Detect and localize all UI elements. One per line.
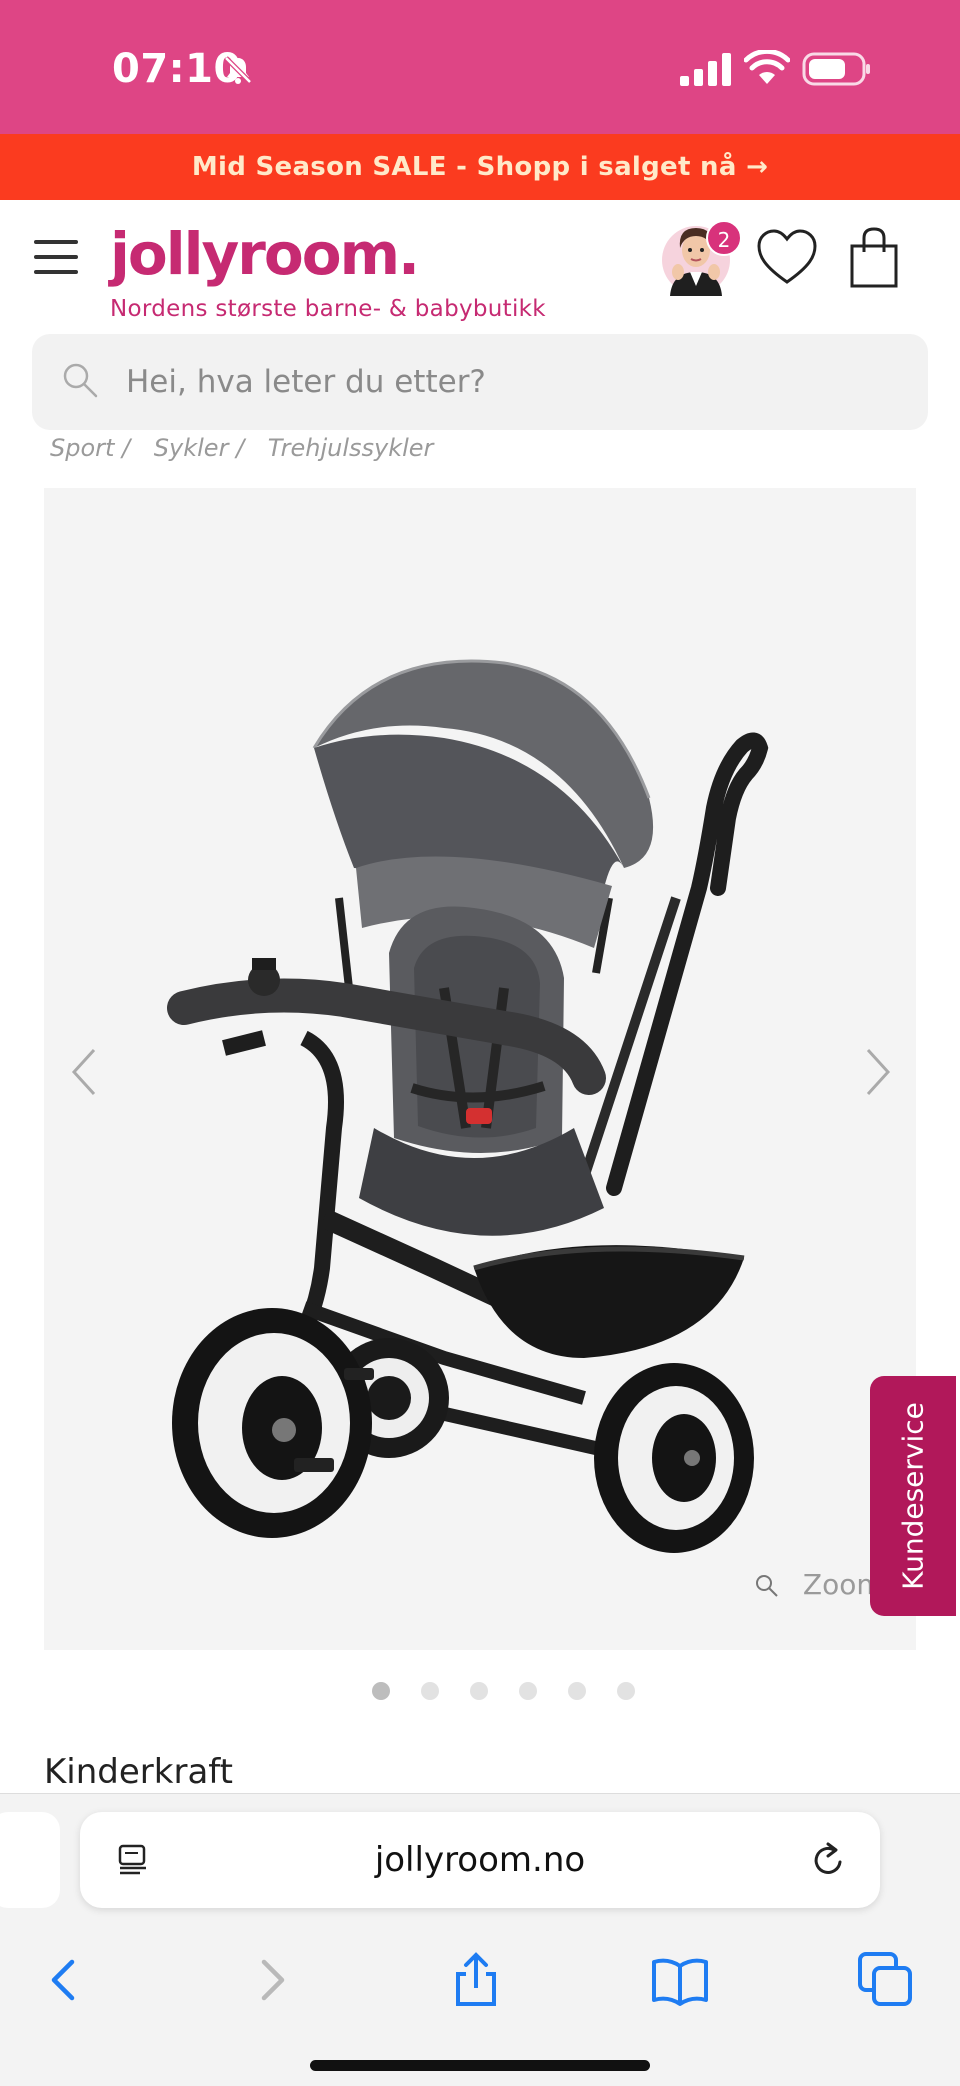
product-brand[interactable]: Kinderkraft [44,1752,233,1792]
notification-badge: 2 [706,220,742,256]
signal-icon [680,53,731,86]
reload-icon[interactable] [810,1840,848,1880]
bell-off-icon [224,56,252,84]
site-header: jollyroom. Nordens største barne- & baby… [0,200,960,332]
back-icon[interactable] [34,1950,94,2010]
previous-tab-preview[interactable] [0,1812,60,1908]
browser-chrome: jollyroom.no [0,1793,960,2086]
breadcrumb-item-trehjulssykler[interactable]: Trehjulssykler [268,434,434,462]
share-icon[interactable] [446,1950,506,2010]
url-text: jollyroom.no [374,1840,586,1880]
search-bar[interactable] [32,334,928,430]
shopping-bag-icon[interactable] [848,226,900,290]
search-input[interactable] [126,334,886,430]
home-indicator [310,2060,650,2071]
gallery-dot-4[interactable] [519,1682,538,1700]
promo-banner[interactable]: Mid Season SALE - Shopp i salget nå → [0,134,960,200]
gallery-dot-5[interactable] [568,1682,587,1700]
status-bar: 07:10 [0,0,960,134]
gallery-dot-6[interactable] [617,1682,636,1700]
gallery-dot-2[interactable] [421,1682,440,1700]
zoom-icon [756,1575,778,1597]
customer-service-tab[interactable]: Kundeservice [870,1376,956,1616]
product-image-tricycle[interactable] [144,568,824,1568]
product-gallery[interactable]: Zoom [44,488,916,1650]
wifi-icon [744,50,790,84]
address-bar[interactable]: jollyroom.no [80,1812,880,1908]
breadcrumb-item-sport[interactable]: Sport / [50,434,130,462]
breadcrumb: Sport / Sykler / Trehjulssykler [50,434,449,466]
gallery-dot-3[interactable] [470,1682,489,1700]
gallery-dot-1[interactable] [372,1682,390,1700]
customer-service-label: Kundeservice [896,1402,930,1590]
jollyroom-logo[interactable]: jollyroom. [110,220,420,288]
logo-tagline: Nordens største barne- & babybutikk [110,296,546,322]
zoom-button[interactable]: Zoom [754,1568,884,1601]
previous-image-arrow-icon[interactable] [66,1044,102,1100]
menu-icon[interactable] [34,240,78,274]
tabs-icon[interactable] [856,1950,916,2010]
forward-icon[interactable] [242,1950,302,2010]
next-image-arrow-icon[interactable] [860,1044,896,1100]
gallery-pagination [372,1682,661,1702]
browser-toolbar [0,1928,960,2028]
bookmarks-icon[interactable] [650,1950,710,2010]
search-icon [63,363,98,398]
breadcrumb-item-sykler[interactable]: Sykler / [154,434,244,462]
battery-icon [802,52,870,86]
heart-icon[interactable] [756,228,818,288]
